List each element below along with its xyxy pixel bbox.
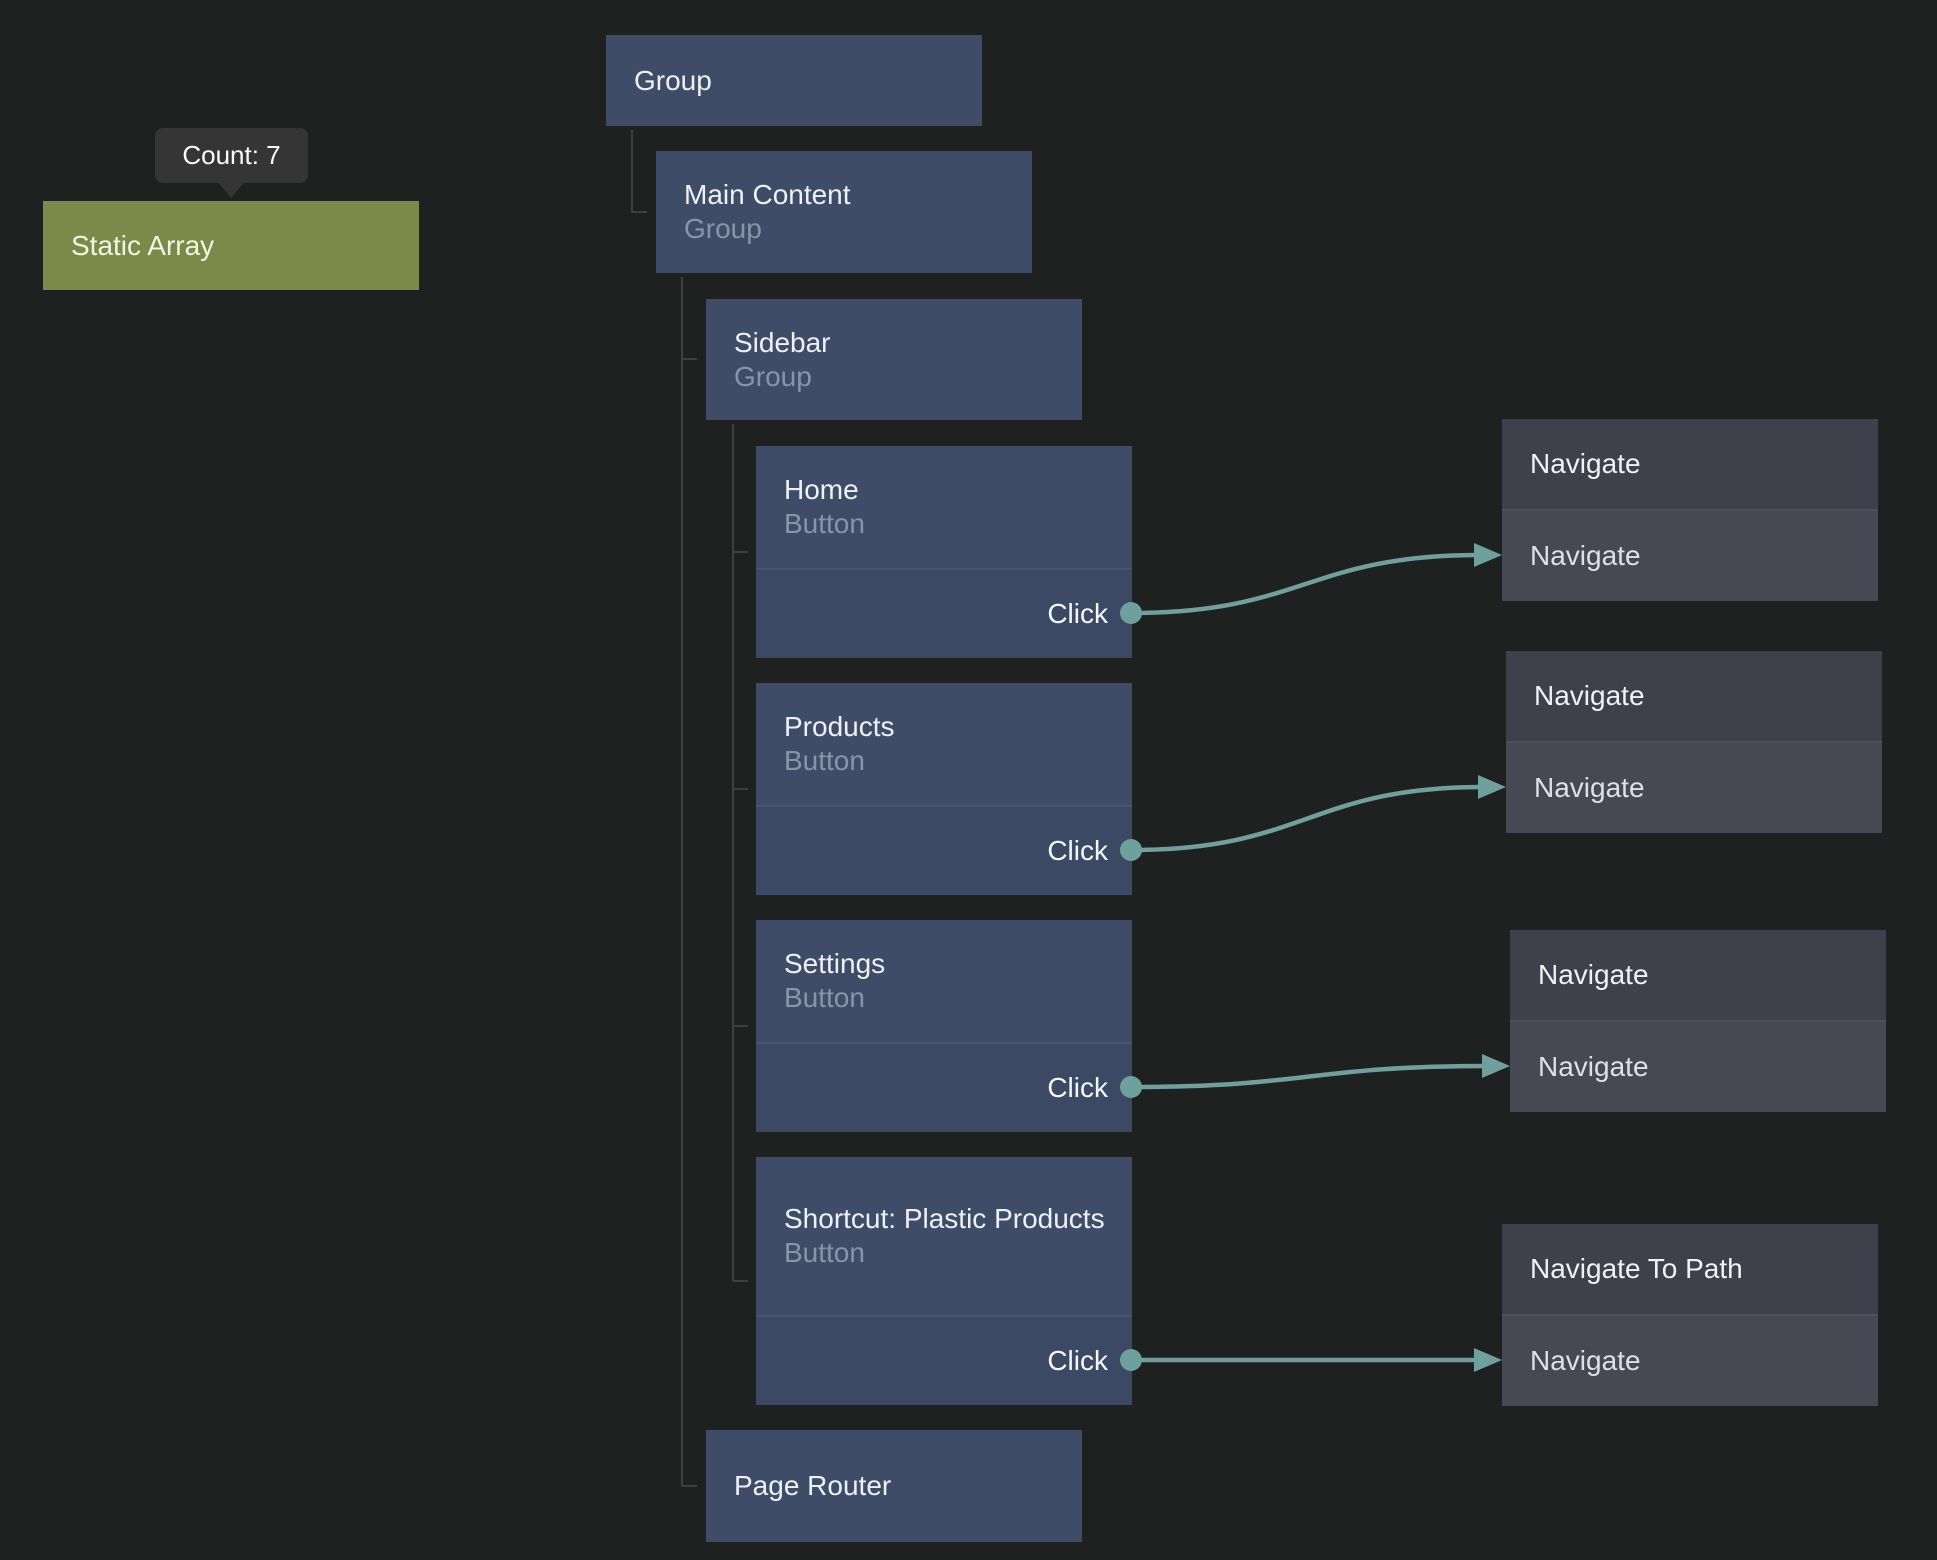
node-main-content[interactable]: Main Content Group xyxy=(656,151,1032,273)
count-tooltip: Count: 7 xyxy=(155,128,308,183)
node-navigate-2-title: Navigate xyxy=(1534,680,1645,712)
count-tooltip-label: Count: 7 xyxy=(182,140,280,171)
node-main-content-type: Group xyxy=(684,212,1012,246)
node-shortcut-click-row: Click xyxy=(756,1315,1132,1405)
node-navigate-3[interactable]: Navigate Navigate xyxy=(1510,930,1886,1112)
node-home-type: Button xyxy=(784,507,1112,541)
node-shortcut-title-area: Shortcut: Plastic Products Button xyxy=(756,1157,1132,1315)
node-navigate-to-path-header: Navigate To Path xyxy=(1502,1224,1878,1314)
node-static-array[interactable]: Static Array xyxy=(43,201,419,290)
node-settings-button[interactable]: Settings Button Click xyxy=(756,920,1132,1132)
node-products-title-area: Products Button xyxy=(756,683,1132,805)
node-home-click-port-label: Click xyxy=(1047,598,1108,630)
node-main-content-title: Main Content xyxy=(684,178,1012,212)
node-navigate-to-path[interactable]: Navigate To Path Navigate xyxy=(1502,1224,1878,1406)
node-shortcut-title: Shortcut: Plastic Products xyxy=(784,1202,1112,1236)
node-group-title: Group xyxy=(634,64,962,98)
node-settings-click-port-label: Click xyxy=(1047,1072,1108,1104)
node-settings-type: Button xyxy=(784,981,1112,1015)
node-settings-click-row: Click xyxy=(756,1042,1132,1132)
node-sidebar-type: Group xyxy=(734,360,1062,394)
tree-line-main-content-children xyxy=(682,277,697,1486)
node-navigate-1-input-label: Navigate xyxy=(1530,540,1641,572)
node-navigate-2-input-label: Navigate xyxy=(1534,772,1645,804)
node-sidebar[interactable]: Sidebar Group xyxy=(706,299,1082,420)
node-settings-title-area: Settings Button xyxy=(756,920,1132,1042)
node-products-click-row: Click xyxy=(756,805,1132,895)
node-navigate-1-title: Navigate xyxy=(1530,448,1641,480)
node-static-array-title: Static Array xyxy=(71,229,214,263)
node-navigate-3-header: Navigate xyxy=(1510,930,1886,1020)
node-navigate-1-input-row: Navigate xyxy=(1502,509,1878,601)
node-navigate-3-title: Navigate xyxy=(1538,959,1649,991)
node-navigate-1[interactable]: Navigate Navigate xyxy=(1502,419,1878,601)
connection-home-click-to-navigate-1[interactable] xyxy=(1131,555,1480,613)
node-navigate-3-input-label: Navigate xyxy=(1538,1051,1649,1083)
node-sidebar-title: Sidebar xyxy=(734,326,1062,360)
node-navigate-1-header: Navigate xyxy=(1502,419,1878,509)
connection-settings-click-to-navigate-3[interactable] xyxy=(1131,1066,1488,1087)
node-navigate-2-header: Navigate xyxy=(1506,651,1882,741)
node-products-type: Button xyxy=(784,744,1112,778)
node-navigate-2-input-row: Navigate xyxy=(1506,741,1882,833)
node-navigate-2[interactable]: Navigate Navigate xyxy=(1506,651,1882,833)
node-shortcut-type: Button xyxy=(784,1236,1112,1270)
connection-products-click-to-navigate-2[interactable] xyxy=(1131,787,1484,850)
node-shortcut-plastic-products-button[interactable]: Shortcut: Plastic Products Button Click xyxy=(756,1157,1132,1405)
node-home-title: Home xyxy=(784,473,1112,507)
node-settings-title: Settings xyxy=(784,947,1112,981)
tree-line-group-children xyxy=(632,130,647,212)
node-home-click-row: Click xyxy=(756,568,1132,658)
node-group[interactable]: Group xyxy=(606,35,982,126)
node-page-router-title: Page Router xyxy=(734,1469,1062,1503)
node-navigate-to-path-input-row: Navigate xyxy=(1502,1314,1878,1406)
node-home-title-area: Home Button xyxy=(756,446,1132,568)
node-navigate-3-input-row: Navigate xyxy=(1510,1020,1886,1112)
node-products-button[interactable]: Products Button Click xyxy=(756,683,1132,895)
tree-line-sidebar-children xyxy=(733,424,748,1281)
node-products-click-port-label: Click xyxy=(1047,835,1108,867)
signal-connections xyxy=(1131,555,1488,1360)
node-navigate-to-path-title: Navigate To Path xyxy=(1530,1253,1743,1285)
node-home-button[interactable]: Home Button Click xyxy=(756,446,1132,658)
node-shortcut-click-port-label: Click xyxy=(1047,1345,1108,1377)
node-editor-canvas[interactable]: Count: 7 Static Array Group Main Content… xyxy=(0,0,1937,1560)
node-products-title: Products xyxy=(784,710,1112,744)
node-navigate-to-path-input-label: Navigate xyxy=(1530,1345,1641,1377)
count-tooltip-pointer xyxy=(217,181,245,198)
node-page-router[interactable]: Page Router xyxy=(706,1430,1082,1542)
